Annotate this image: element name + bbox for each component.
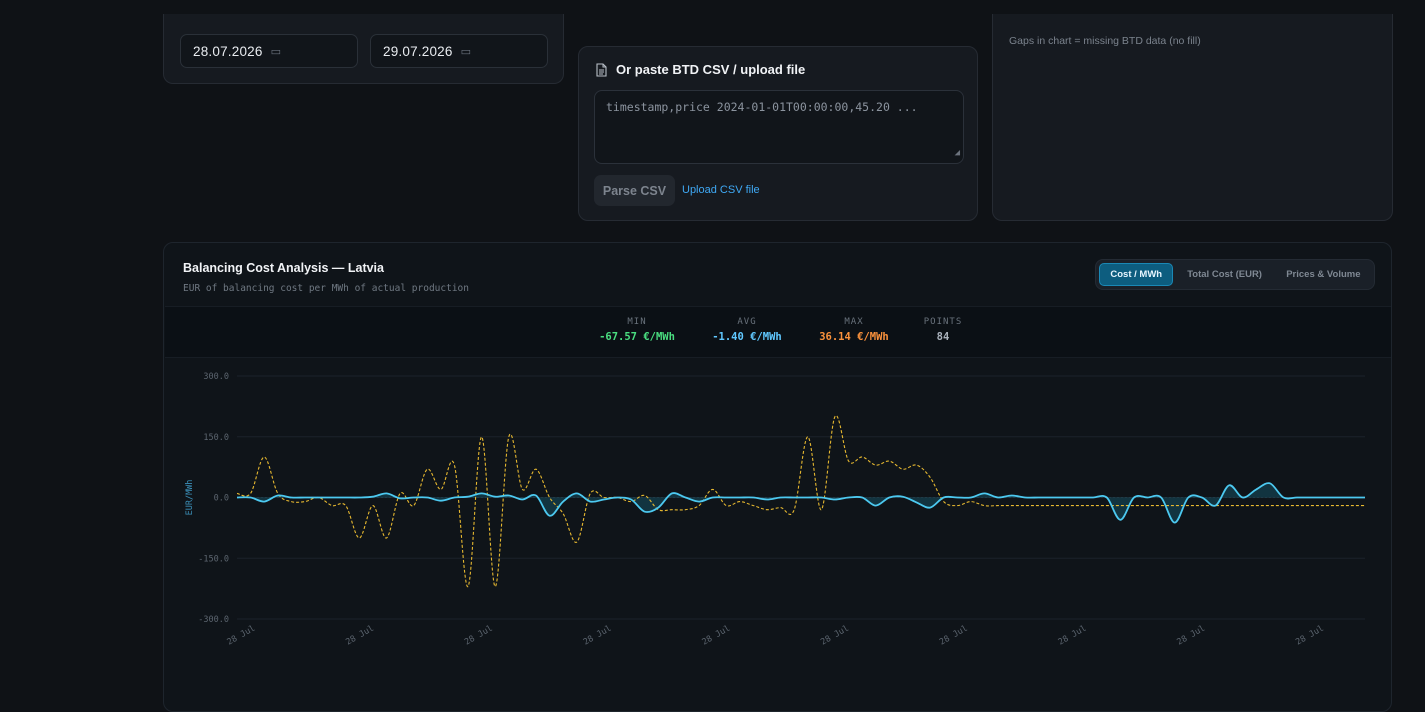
stat-avg-value: -1.40 €/MWh [712, 331, 782, 343]
stat-points-value: 84 [936, 331, 950, 343]
stat-avg: AVG -1.40 €/MWh [705, 317, 789, 343]
price-line [236, 415, 1365, 588]
stat-min: MIN -67.57 €/MWh [595, 317, 679, 343]
x-tick-label: 28 Jul [226, 624, 258, 648]
stat-points-label: POINTS [923, 317, 963, 327]
balancing-cost-chart[interactable]: 300.0 150.0 0.0 -150.0 -300.0 EUR/MWh 28 Jul 28… [165, 359, 1391, 709]
gaps-note: Gaps in chart = missing BTD data (no fil… [1009, 35, 1201, 47]
tab-total-cost[interactable]: Total Cost (EUR) [1173, 263, 1275, 286]
y-tick-label: 150.0 [203, 433, 229, 443]
cost-line [236, 482, 1365, 524]
x-tick-label: 28 Jul [700, 624, 732, 648]
csv-textarea[interactable]: timestamp,price 2024-01-01T00:00:00,45.2… [594, 90, 964, 164]
view-tabs: Cost / MWh Total Cost (EUR) Prices & Vol… [1095, 259, 1375, 290]
date-range-card: 28.07.2026 ▭ 29.07.2026 ▭ [163, 14, 564, 84]
csv-placeholder: timestamp,price 2024-01-01T00:00:00,45.2… [606, 100, 918, 114]
date-to-input[interactable]: 29.07.2026 ▭ [370, 34, 548, 68]
x-tick-label: 28 Jul [1175, 624, 1207, 648]
x-tick-label: 28 Jul [344, 624, 376, 648]
date-from-value: 28.07.2026 [193, 43, 263, 59]
chart-subtitle: EUR of balancing cost per MWh of actual … [183, 283, 469, 294]
calendar-icon[interactable]: ▭ [271, 45, 282, 58]
stat-min-label: MIN [627, 317, 647, 327]
upload-csv-link[interactable]: Upload CSV file [682, 184, 760, 196]
resize-grip-icon[interactable]: ◢ [955, 145, 960, 161]
stat-max-label: MAX [844, 317, 864, 327]
info-card: Gaps in chart = missing BTD data (no fil… [992, 14, 1393, 221]
y-tick-label: 300.0 [203, 372, 229, 382]
document-icon [596, 62, 607, 77]
parse-csv-button[interactable]: Parse CSV [594, 175, 675, 206]
date-from-input[interactable]: 28.07.2026 ▭ [180, 34, 358, 68]
y-axis-label: EUR/MWh [185, 480, 195, 516]
csv-panel-title-text: Or paste BTD CSV / upload file [616, 62, 806, 77]
chart-card: Balancing Cost Analysis — Latvia EUR of … [163, 242, 1392, 712]
x-tick-label: 28 Jul [582, 624, 614, 648]
stat-avg-label: AVG [737, 317, 757, 327]
stat-min-value: -67.57 €/MWh [599, 331, 675, 343]
x-tick-label: 28 Jul [938, 624, 970, 648]
cost-area [237, 483, 1365, 523]
tab-cost-per-mwh[interactable]: Cost / MWh [1099, 263, 1174, 286]
stat-points: POINTS 84 [913, 317, 973, 343]
csv-panel-title: Or paste BTD CSV / upload file [595, 62, 805, 77]
x-tick-label: 28 Jul [1057, 624, 1089, 648]
x-tick-label: 28 Jul [463, 624, 495, 648]
csv-import-card: Or paste BTD CSV / upload file timestamp… [578, 46, 978, 221]
tab-prices-volume[interactable]: Prices & Volume [1276, 263, 1371, 286]
y-tick-label: 0.0 [214, 494, 229, 504]
x-tick-label: 28 Jul [819, 624, 851, 648]
calendar-icon[interactable]: ▭ [461, 45, 472, 58]
y-tick-label: -150.0 [198, 554, 229, 564]
date-to-value: 29.07.2026 [383, 43, 453, 59]
stat-max-value: 36.14 €/MWh [819, 331, 889, 343]
x-tick-label: 28 Jul [1294, 624, 1326, 648]
stat-max: MAX 36.14 €/MWh [812, 317, 896, 343]
y-tick-label: -300.0 [198, 615, 229, 625]
chart-title: Balancing Cost Analysis — Latvia [183, 261, 384, 275]
stats-bar: MIN -67.57 €/MWh AVG -1.40 €/MWh MAX 36.… [165, 306, 1391, 358]
